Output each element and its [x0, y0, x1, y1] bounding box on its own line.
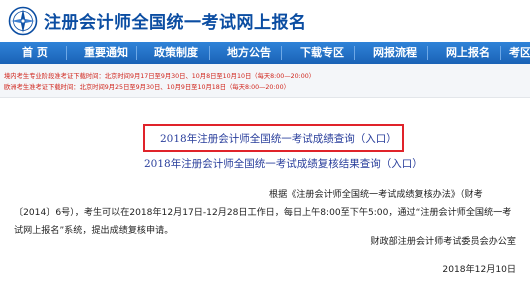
nav-divider [136, 46, 137, 60]
review-result-query-link[interactable]: 2018年注册会计师全国统一考试成绩复核结果查询（入口） [144, 156, 423, 171]
nav-divider [209, 46, 210, 60]
compass-logo-icon [8, 6, 38, 36]
nav-divider [500, 46, 501, 60]
nav-policies[interactable]: 政策制度 [154, 42, 198, 64]
announcement-paragraph: 根据《注册会计师全国统一考试成绩复核办法》（财考〔2014〕6号），考生可以在2… [14, 190, 512, 236]
nav-important-notices[interactable]: 重要通知 [84, 42, 128, 64]
nav-process[interactable]: 网报流程 [373, 42, 417, 64]
nav-divider [281, 46, 282, 60]
nav-divider [66, 46, 67, 60]
nav-divider [427, 46, 428, 60]
notice-domestic-admission: 境内考生专业阶段准考证下载时间：北京时间9月17日至9月30日、10月8日至10… [4, 73, 316, 80]
notice-europe-admission: 欧洲考生准考证下载时间：北京时间9月25日至9月30日、10月9日至10月18日… [4, 84, 290, 91]
nav-downloads[interactable]: 下载专区 [300, 42, 344, 64]
score-query-link[interactable]: 2018年注册会计师全国统一考试成绩查询（入口） [160, 131, 397, 146]
site-title: 注册会计师全国统一考试网上报名 [44, 13, 307, 33]
announcement-date: 2018年12月10日 [442, 265, 516, 275]
nav-home[interactable]: 首 页 [22, 42, 48, 64]
main-nav: 首 页 重要通知 政策制度 地方公告 下载专区 网报流程 网上报名 考区 [0, 42, 530, 64]
signer: 财政部注册会计师考试委员会办公室 [370, 237, 516, 247]
nav-online-registration[interactable]: 网上报名 [446, 42, 490, 64]
nav-local-announcements[interactable]: 地方公告 [227, 42, 271, 64]
nav-exam-area[interactable]: 考区 [509, 42, 530, 64]
nav-divider [354, 46, 355, 60]
header: 注册会计师全国统一考试网上报名 [0, 0, 530, 42]
notice-bar: 境内考生专业阶段准考证下载时间：北京时间9月17日至9月30日、10月8日至10… [0, 64, 530, 98]
